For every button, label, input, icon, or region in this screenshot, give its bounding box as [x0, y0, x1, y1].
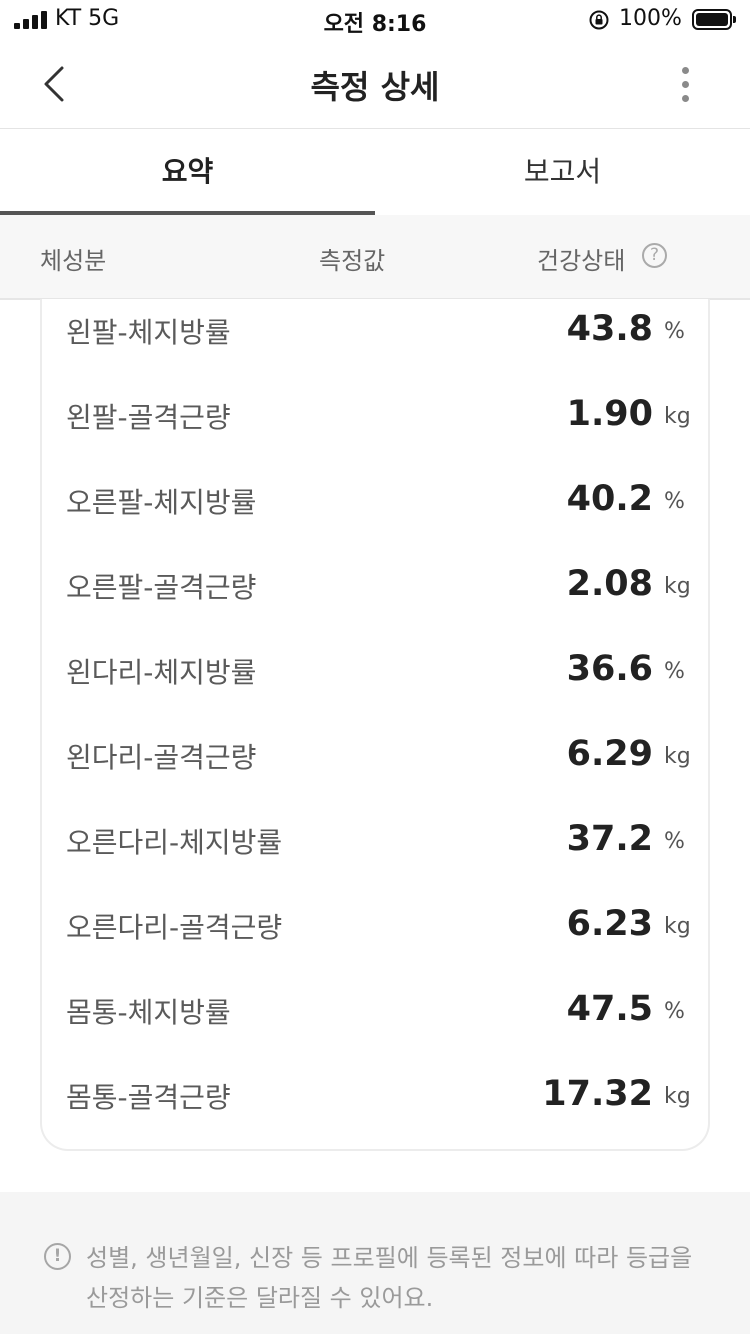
row-unit: %: [664, 829, 685, 854]
battery-icon: [692, 9, 736, 30]
row-value: 43.8: [566, 309, 653, 349]
row-unit: %: [664, 319, 685, 344]
table-row: 오른팔-골격근량 2.08 kg: [42, 554, 708, 638]
notice-line-2: 산정하는 기준은 달라질 수 있어요.: [86, 1284, 434, 1312]
row-value: 6.23: [566, 904, 653, 944]
row-label: 오른다리-체지방률: [66, 826, 283, 859]
row-unit: kg: [664, 574, 691, 599]
battery-percent: 100%: [619, 6, 682, 31]
alert-circle-icon: !: [44, 1243, 71, 1270]
row-value: 36.6: [566, 649, 653, 689]
tab-report[interactable]: 보고서: [375, 129, 750, 215]
row-value: 1.90: [566, 394, 653, 434]
tab-summary[interactable]: 요약: [0, 129, 375, 215]
table-row: 오른다리-체지방률 37.2 %: [42, 809, 708, 893]
row-unit: %: [664, 659, 685, 684]
table-header: 체성분 측정값 건강상태: [0, 215, 750, 300]
table-row: 몸통-골격근량 17.32 kg: [42, 1064, 708, 1148]
column-header-composition: 체성분: [40, 247, 107, 275]
row-unit: kg: [664, 1084, 691, 1109]
row-unit: %: [664, 999, 685, 1024]
table-row: 오른다리-골격근량 6.23 kg: [42, 894, 708, 978]
row-label: 왼팔-체지방률: [66, 316, 231, 349]
row-value: 17.32: [542, 1074, 653, 1114]
row-unit: kg: [664, 404, 691, 429]
row-label: 왼다리-골격근량: [66, 741, 257, 774]
table-row: 왼팔-체지방률 43.8 %: [42, 299, 708, 383]
row-value: 2.08: [566, 564, 653, 604]
table-row: 몸통-체지방률 47.5 %: [42, 979, 708, 1063]
row-unit: %: [664, 489, 685, 514]
column-header-value: 측정값: [319, 247, 386, 275]
row-label: 왼팔-골격근량: [66, 401, 231, 434]
measurement-card: 왼팔-체지방률 43.8 % 왼팔-골격근량 1.90 kg 오른팔-체지방률 …: [40, 299, 710, 1151]
notice-line-1: 성별, 생년월일, 신장 등 프로필에 등록된 정보에 따라 등급을: [86, 1244, 693, 1272]
row-unit: kg: [664, 914, 691, 939]
navigation-bar: 측정 상세: [0, 40, 750, 129]
column-header-health: 건강상태: [537, 247, 626, 275]
row-label: 오른다리-골격근량: [66, 911, 283, 944]
row-value: 40.2: [566, 479, 653, 519]
row-label: 몸통-골격근량: [66, 1081, 231, 1114]
status-bar: KT 5G 오전 8:16 100%: [0, 0, 750, 40]
row-label: 몸통-체지방률: [66, 996, 231, 1029]
tab-bar: 요약 보고서: [0, 129, 750, 215]
row-label: 오른팔-체지방률: [66, 486, 257, 519]
rotation-lock-icon: [589, 10, 609, 30]
notice-text: 성별, 생년월일, 신장 등 프로필에 등록된 정보에 따라 등급을 산정하는 …: [86, 1238, 716, 1318]
row-value: 47.5: [566, 989, 653, 1029]
question-circle-icon[interactable]: ?: [642, 243, 667, 268]
row-label: 오른팔-골격근량: [66, 571, 257, 604]
row-unit: kg: [664, 744, 691, 769]
table-row: 오른팔-체지방률 40.2 %: [42, 469, 708, 553]
more-options-icon[interactable]: [670, 64, 702, 104]
table-row: 왼다리-체지방률 36.6 %: [42, 639, 708, 723]
info-notice: ! 성별, 생년월일, 신장 등 프로필에 등록된 정보에 따라 등급을 산정하…: [0, 1192, 750, 1334]
page-title: 측정 상세: [310, 68, 440, 106]
table-row: 왼팔-골격근량 1.90 kg: [42, 384, 708, 468]
row-value: 6.29: [566, 734, 653, 774]
row-label: 왼다리-체지방률: [66, 656, 257, 689]
table-row: 왼다리-골격근량 6.29 kg: [42, 724, 708, 808]
row-value: 37.2: [566, 819, 653, 859]
